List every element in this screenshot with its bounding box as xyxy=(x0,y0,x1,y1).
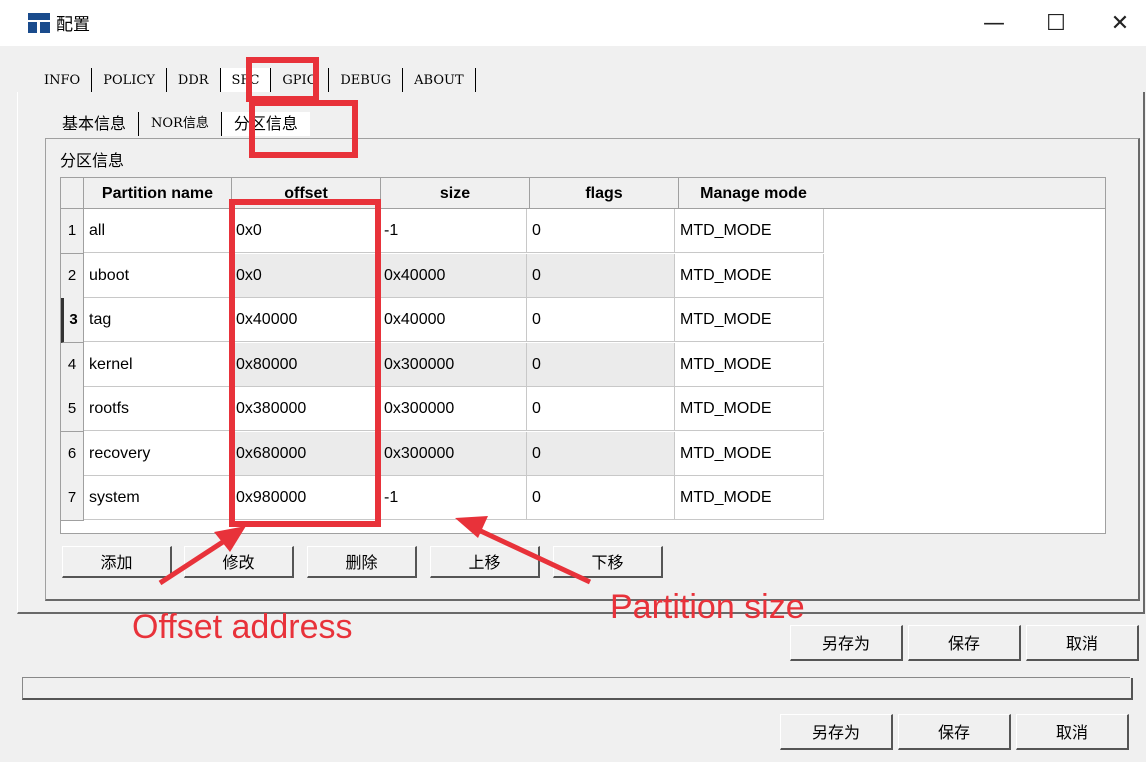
partition-size-label: Partition size xyxy=(610,588,805,626)
size-arrow-line xyxy=(468,523,592,585)
offset-address-label: Offset address xyxy=(132,608,353,646)
offset-arrow-line xyxy=(158,533,234,586)
annotation-arrows xyxy=(158,516,592,586)
offset-arrow-head xyxy=(214,526,246,552)
